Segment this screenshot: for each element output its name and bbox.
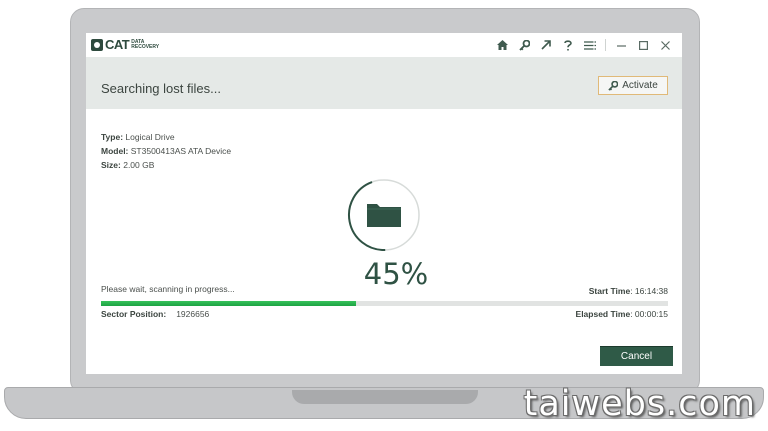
drive-model-value: ST3500413AS ATA Device [130,146,232,156]
maximize-icon[interactable] [632,37,654,53]
elapsed-time: Elapsed Time: 00:00:15 [576,309,668,319]
start-time: Start Time: 16:14:38 [589,286,668,296]
menu-icon[interactable] [579,37,601,53]
share-arrow-icon[interactable] [535,37,557,53]
header-band: Searching lost files... [86,57,682,109]
cat-logo-icon [91,39,103,51]
minimize-icon[interactable] [610,37,632,53]
drive-size-value: 2.00 GB [123,160,155,170]
app-window: CAT DATA RECOVERY Searching lost files..… [86,33,682,374]
progress-bar [101,301,668,306]
logo-subtitle: DATA RECOVERY [131,39,160,50]
start-time-value: : 16:14:38 [630,286,668,296]
activate-label: Activate [622,80,658,91]
scan-status: Please wait, scanning in progress... [101,284,235,294]
drive-model: Model: ST3500413AS ATA Device [101,146,231,156]
cancel-button[interactable]: Cancel [600,346,673,366]
sector-position: Sector Position: 1926656 [101,309,209,319]
home-icon[interactable] [491,37,513,53]
progress-percent: 45% [363,257,429,291]
progress-bar-fill [101,301,357,306]
folder-icon [367,204,401,227]
close-icon[interactable] [654,37,676,53]
help-icon[interactable] [557,37,579,53]
activate-button[interactable]: Activate [598,76,668,95]
title-bar: CAT DATA RECOVERY [86,33,682,57]
sector-value: 1926656 [176,309,210,319]
elapsed-label: Elapsed Time [575,309,631,319]
page-title: Searching lost files... [101,81,221,96]
key-icon [608,80,619,91]
drive-type-value: Logical Drive [125,132,175,142]
app-logo: CAT DATA RECOVERY [91,37,160,52]
drive-model-label: Model: [101,146,129,156]
start-time-label: Start Time [588,286,631,296]
progress-ring [347,179,420,251]
key-icon[interactable] [513,37,535,53]
drive-size-label: Size: [101,160,121,170]
drive-size: Size: 2.00 GB [101,160,154,170]
watermark: taiwebs.com [523,384,756,424]
toolbar-divider [605,39,606,51]
drive-type-label: Type: [101,132,124,142]
logo-text: CAT [105,37,130,52]
drive-type: Type: Logical Drive [101,132,175,142]
laptop-notch [292,390,478,404]
elapsed-value: : 00:00:15 [630,309,668,319]
toolbar [491,37,676,53]
sector-label: Sector Position: [101,309,167,319]
